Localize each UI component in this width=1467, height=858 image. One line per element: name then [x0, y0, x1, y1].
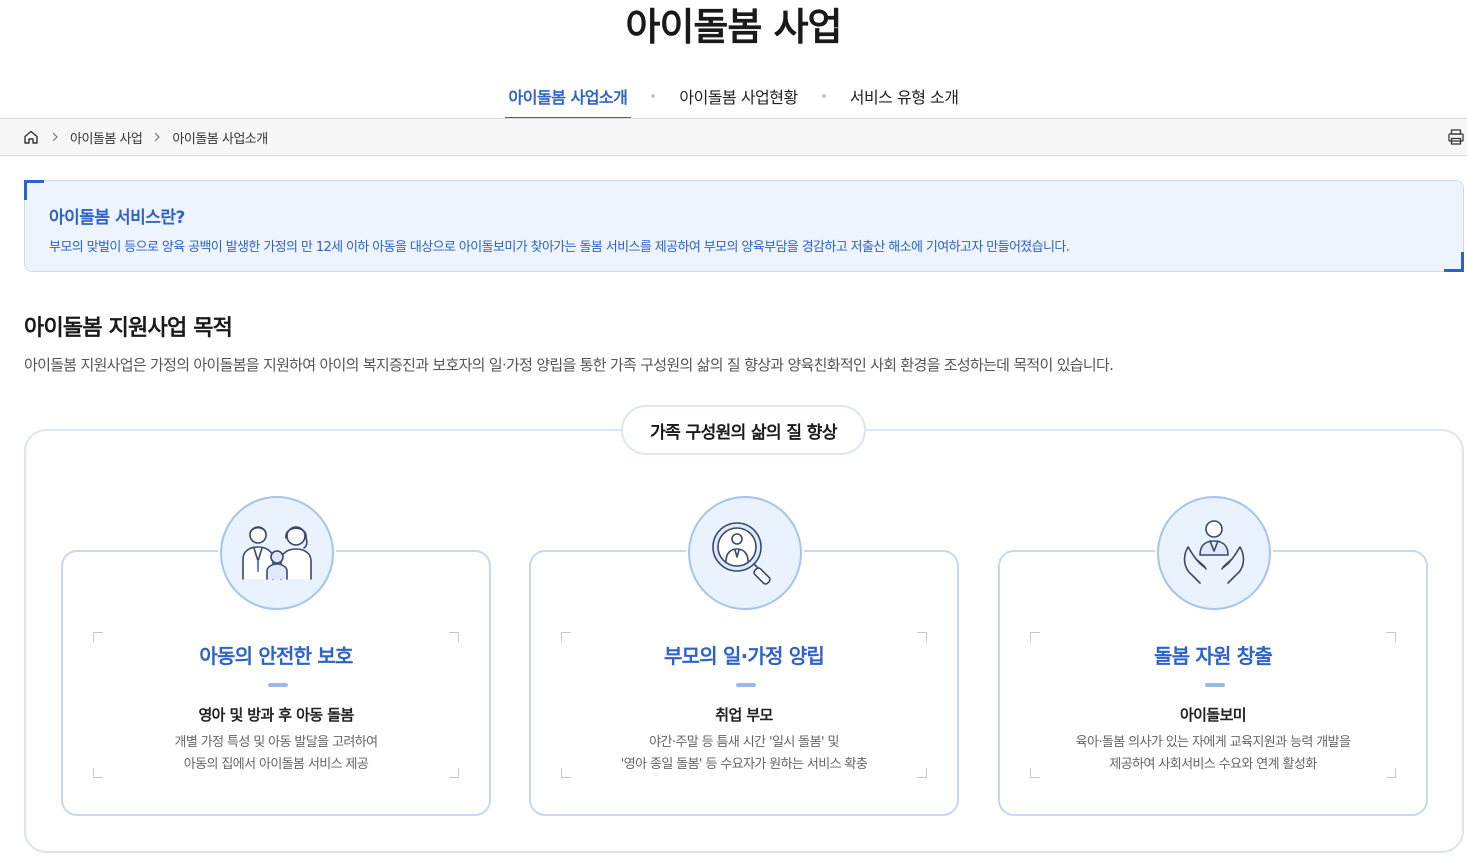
- card-description: 개별 가정 특성 및 아동 발달을 고려하여 아동의 집에서 아이돌봄 서비스 …: [63, 732, 489, 776]
- breadcrumb-item-intro[interactable]: 아이돌봄 사업소개: [172, 128, 268, 147]
- card-description: 야간·주말 등 틈새 시간 '일시 돌봄' 및 '영아 종일 돌봄' 등 수요자…: [531, 732, 957, 776]
- card-description: 육아·돌봄 의사가 있는 자에게 교육지원과 능력 개발을 제공하여 사회서비스…: [1000, 732, 1426, 776]
- tab-separator-dot: [651, 94, 656, 98]
- purpose-card-care-resources: 돌봄 자원 창출 아이돌보미 육아·돌봄 의사가 있는 자에게 교육지원과 능력…: [998, 494, 1428, 816]
- card-description-line: 야간·주말 등 틈새 시간 '일시 돌봄' 및: [649, 735, 839, 750]
- home-icon[interactable]: [22, 128, 40, 146]
- tab-separator-dot: [821, 94, 826, 98]
- card-title: 아동의 안전한 보호: [199, 644, 353, 668]
- card-description-line: 제공하여 사회서비스 수요와 연계 활성화: [1109, 757, 1317, 772]
- divider: [1205, 683, 1225, 687]
- card-description-line: 아동의 집에서 아이돌봄 서비스 제공: [183, 757, 369, 772]
- card-subtitle: 아이돌보미: [1179, 706, 1247, 724]
- card-icon-holder: [686, 494, 804, 612]
- info-title: 아이돌봄 서비스란?: [49, 208, 185, 228]
- info-description: 부모의 맞벌이 등으로 양육 공백이 발생한 가정의 만 12세 이하 아동을 …: [49, 240, 1070, 255]
- magnifier-person-icon: [688, 496, 802, 610]
- tab-business-status[interactable]: 아이돌봄 사업현황: [675, 84, 801, 114]
- page-title: 아이돌봄 사업: [625, 5, 843, 49]
- corner-accent: [24, 180, 44, 200]
- service-info-box: 아이돌봄 서비스란? 부모의 맞벌이 등으로 양육 공백이 발생한 가정의 만 …: [24, 180, 1464, 272]
- divider: [268, 683, 288, 687]
- family-icon: [220, 496, 334, 610]
- corner-accent: [1444, 252, 1464, 272]
- card-description-line: 개별 가정 특성 및 아동 발달을 고려하여: [174, 735, 379, 750]
- divider: [736, 683, 756, 687]
- tab-service-types[interactable]: 서비스 유형 소개: [846, 84, 963, 114]
- goal-label: 가족 구성원의 삶의 질 향상: [621, 405, 866, 455]
- chevron-right-icon: [148, 128, 166, 146]
- card-subtitle: 영아 및 방과 후 아동 돌봄: [198, 706, 354, 724]
- card-title: 부모의 일·가정 양립: [664, 644, 825, 668]
- card-description-line: 육아·돌봄 의사가 있는 자에게 교육지원과 능력 개발을: [1075, 735, 1351, 750]
- card-description-line: '영아 종일 돌봄' 등 수요자가 원하는 서비스 확충: [620, 757, 868, 772]
- print-icon[interactable]: [1447, 128, 1467, 148]
- sub-nav-tabs: 아이돌봄 사업소개 아이돌봄 사업현황 서비스 유형 소개: [0, 84, 1467, 119]
- breadcrumb-item-business[interactable]: 아이돌봄 사업: [70, 128, 143, 147]
- card-subtitle: 취업 부모: [715, 706, 773, 724]
- purpose-card-work-family-balance: 부모의 일·가정 양립 취업 부모 야간·주말 등 틈새 시간 '일시 돌봄' …: [529, 494, 959, 816]
- card-icon-holder: [218, 494, 336, 612]
- tab-business-intro[interactable]: 아이돌봄 사업소개: [504, 84, 632, 119]
- section-description: 아이돌봄 지원사업은 가정의 아이돌봄을 지원하여 아이의 복지증진과 보호자의…: [24, 356, 1114, 374]
- section-title: 아이돌봄 지원사업 목적: [24, 316, 233, 341]
- purpose-card-child-protection: 아동의 안전한 보호 영아 및 방과 후 아동 돌봄 개별 가정 특성 및 아동…: [61, 494, 491, 816]
- card-icon-holder: [1155, 494, 1273, 612]
- caring-hands-icon: [1157, 496, 1271, 610]
- card-title: 돌봄 자원 창출: [1154, 644, 1273, 668]
- breadcrumb: 아이돌봄 사업 아이돌봄 사업소개: [0, 118, 1467, 156]
- chevron-right-icon: [46, 128, 64, 146]
